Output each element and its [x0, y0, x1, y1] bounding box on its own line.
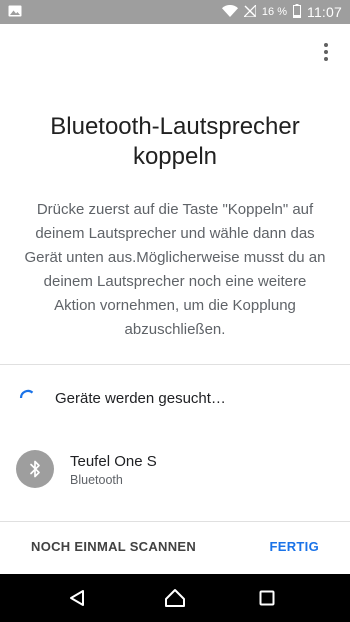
screen: 16 % 11:07 Bluetooth-Lautsprecher koppel…: [0, 0, 350, 622]
bluetooth-icon: [16, 450, 54, 488]
navigation-bar: [0, 574, 350, 622]
rescan-button[interactable]: NOCH EINMAL SCANNEN: [31, 539, 196, 554]
battery-icon: [293, 3, 301, 21]
wifi-icon: [221, 4, 238, 20]
device-name: Teufel One S: [70, 453, 157, 470]
back-button[interactable]: [63, 584, 91, 612]
status-bar: 16 % 11:07: [0, 0, 350, 24]
loading-spinner-icon: [18, 388, 38, 408]
device-type: Bluetooth: [70, 473, 123, 487]
no-signal-icon: [242, 3, 257, 20]
home-button[interactable]: [161, 584, 189, 612]
done-button[interactable]: FERTIG: [270, 539, 319, 554]
recents-icon: [259, 590, 275, 606]
dialog-description: Drücke zuerst auf die Taste "Koppeln" au…: [24, 201, 326, 338]
scan-status-row: Geräte werden gesucht…: [0, 380, 350, 418]
divider: [0, 364, 350, 365]
more-options-button[interactable]: [314, 38, 338, 66]
device-list-item[interactable]: Teufel One S Bluetooth: [0, 444, 350, 496]
status-time: 11:07: [307, 4, 342, 20]
recents-button[interactable]: [253, 584, 281, 612]
home-icon: [165, 589, 185, 607]
dialog-title: Bluetooth-Lautsprecher koppeln: [50, 113, 300, 170]
action-bar: NOCH EINMAL SCANNEN FERTIG: [0, 522, 350, 574]
scan-status-text: Geräte werden gesucht…: [55, 390, 226, 407]
more-vert-icon: [324, 43, 328, 47]
image-notification-icon: [8, 5, 22, 20]
back-icon: [70, 590, 84, 606]
battery-percent: 16 %: [261, 6, 287, 18]
